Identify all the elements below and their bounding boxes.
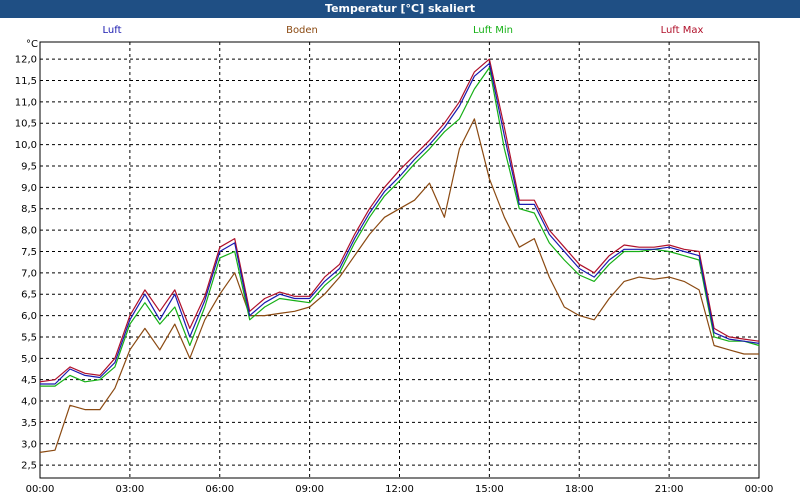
y-tick-label: 7,5 (21, 247, 37, 258)
y-tick-label: 10,5 (15, 119, 37, 130)
y-tick-label: 5,0 (21, 354, 37, 365)
y-tick-label: 12,0 (15, 55, 37, 66)
y-tick-label: 2,5 (21, 461, 37, 472)
y-tick-label: 10,0 (15, 140, 37, 151)
y-tick-label: 4,5 (21, 375, 37, 386)
y-tick-label: 5,5 (21, 332, 37, 343)
y-tick-label: 6,5 (21, 290, 37, 301)
y-tick-label: 8,0 (21, 226, 37, 237)
x-tick-time: 03:00 (115, 484, 144, 495)
legend-luft-min: Luft Min (473, 25, 513, 36)
x-tick-time: 12:00 (385, 484, 414, 495)
y-tick-label: 3,5 (21, 418, 37, 429)
x-tick-time: 06:00 (205, 484, 234, 495)
temperature-chart: °C 2,5 3,0 3,5 4,0 4,5 5,0 5,5 6,0 6,5 7,0 7,5 8,0 8… (15, 25, 774, 495)
legend-boden: Boden (286, 25, 318, 36)
x-tick-time: 18:00 (565, 484, 594, 495)
y-tick-label: 6,0 (21, 311, 37, 322)
y-tick-label: 9,0 (21, 183, 37, 194)
y-tick-label: 8,5 (21, 204, 37, 215)
x-tick-time: 15:00 (475, 484, 504, 495)
y-tick-label: 7,0 (21, 268, 37, 279)
x-tick-time: 00:00 (745, 484, 774, 495)
legend: Luft Boden Luft Min Luft Max (103, 25, 704, 36)
y-tick-label: 4,0 (21, 397, 37, 408)
x-tick-time: 00:00 (26, 484, 55, 495)
y-tick-label: 11,0 (15, 97, 37, 108)
chart-title: Temperatur [°C] skaliert (0, 0, 800, 18)
legend-luft: Luft (103, 25, 122, 36)
y-axis-label: °C (26, 39, 38, 50)
y-tick-label: 11,5 (15, 76, 37, 87)
x-tick-time: 09:00 (295, 484, 324, 495)
y-tick-label: 3,0 (21, 439, 37, 450)
y-tick-label: 9,5 (21, 161, 37, 172)
legend-luft-max: Luft Max (661, 25, 704, 36)
x-tick-time: 21:00 (655, 484, 684, 495)
